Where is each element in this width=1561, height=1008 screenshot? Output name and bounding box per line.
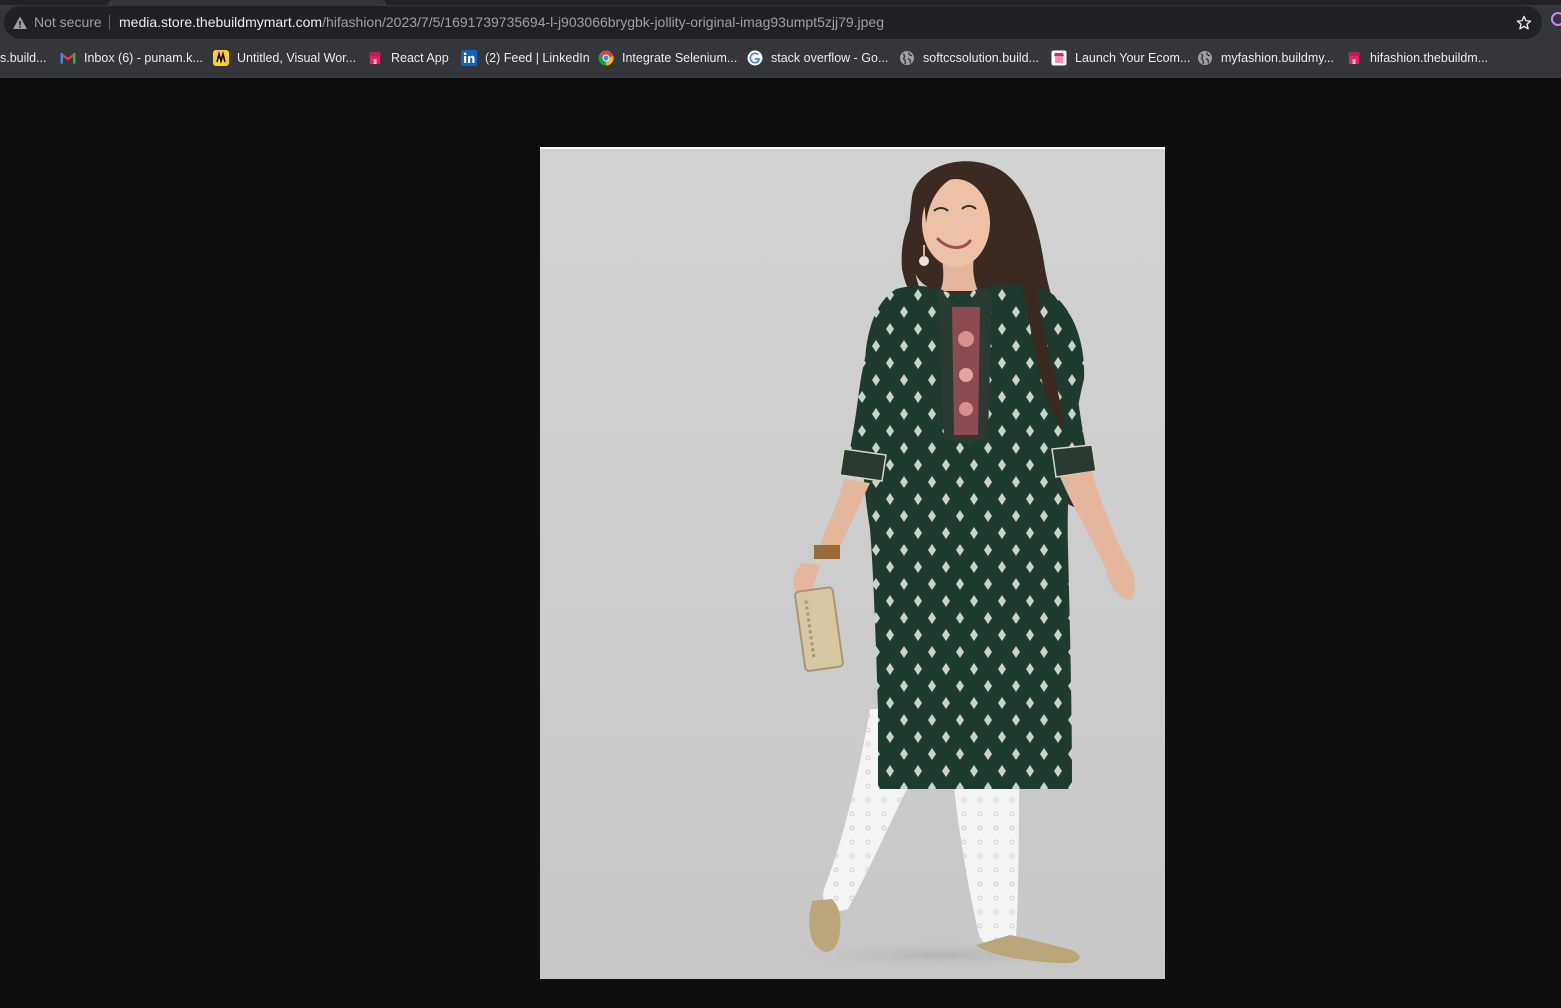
bookmark-label: React App (391, 51, 449, 65)
active-tab[interactable] (108, 0, 386, 5)
flower-motif (959, 368, 973, 382)
miro-icon (213, 50, 229, 66)
left-forearm (818, 479, 870, 555)
gmail-icon (60, 50, 76, 66)
bookmarks-bar: s.build... Inbox (6) - punam.k... Untitl… (0, 43, 1561, 73)
bookmark-item[interactable]: hifashion.thebuildm... (1346, 43, 1488, 73)
bookmark-label: hifashion.thebuildm... (1370, 51, 1489, 65)
browser-chrome: Not secure media.store.thebuildmymart.co… (0, 0, 1561, 78)
linkedin-icon (461, 50, 477, 66)
address-separator (109, 15, 110, 30)
url-path: /hifashion/2023/7/5/1691739735694-l-j903… (322, 14, 885, 30)
warning-triangle-icon[interactable] (12, 15, 28, 31)
bookmark-item[interactable]: (2) Feed | LinkedIn (461, 43, 590, 73)
bookmark-label: s.build... (0, 51, 47, 65)
star-icon[interactable] (1515, 14, 1533, 32)
clutch-bag (794, 586, 844, 672)
chrome-icon (598, 50, 614, 66)
bookmark-label: myfashion.buildmy... (1221, 51, 1335, 65)
bookmark-item[interactable]: Inbox (6) - punam.k... (60, 43, 203, 73)
google-icon (747, 50, 763, 66)
url-host: media.store.thebuildmymart.com (119, 14, 323, 30)
store-icon (1051, 50, 1067, 66)
bookmark-label: Untitled, Visual Wor... (237, 51, 357, 65)
bookmark-item[interactable]: Untitled, Visual Wor... (213, 43, 356, 73)
left-shoe (809, 899, 841, 952)
bookmark-item[interactable]: softccsolution.build... (899, 43, 1039, 73)
bookmark-label: softccsolution.build... (923, 51, 1040, 65)
bookmark-item[interactable]: Launch Your Ecom... (1051, 43, 1190, 73)
bookmark-label: Launch Your Ecom... (1075, 51, 1191, 65)
bookmark-item[interactable]: s.build... (0, 43, 47, 73)
globe-icon (899, 50, 915, 66)
bookmark-item[interactable]: stack overflow - Go... (747, 43, 888, 73)
bookmark-item[interactable]: React App (367, 43, 449, 73)
bookmark-label: (2) Feed | LinkedIn (485, 51, 590, 65)
bookmark-label: Inbox (6) - punam.k... (84, 51, 203, 65)
bangle (814, 545, 840, 559)
extension-icon[interactable] (1551, 12, 1561, 26)
right-forearm (1060, 471, 1126, 569)
bookmark-item[interactable]: Integrate Selenium... (598, 43, 737, 73)
earring (919, 256, 929, 266)
left-cuff (839, 448, 887, 482)
flower-motif (958, 331, 974, 347)
security-label[interactable]: Not secure (34, 14, 102, 31)
store-icon (367, 50, 383, 66)
store-icon (1346, 50, 1362, 66)
tab-strip (0, 0, 1561, 5)
bookmark-item[interactable]: myfashion.buildmy... (1197, 43, 1334, 73)
bookmark-label: stack overflow - Go... (771, 51, 889, 65)
bookmark-label: Integrate Selenium... (622, 51, 738, 65)
url-text[interactable]: media.store.thebuildmymart.com/hifashion… (119, 14, 884, 31)
product-image[interactable] (540, 147, 1165, 979)
address-bar[interactable]: Not secure media.store.thebuildmymart.co… (4, 6, 1542, 39)
flower-motif (959, 402, 973, 416)
globe-icon (1197, 50, 1213, 66)
